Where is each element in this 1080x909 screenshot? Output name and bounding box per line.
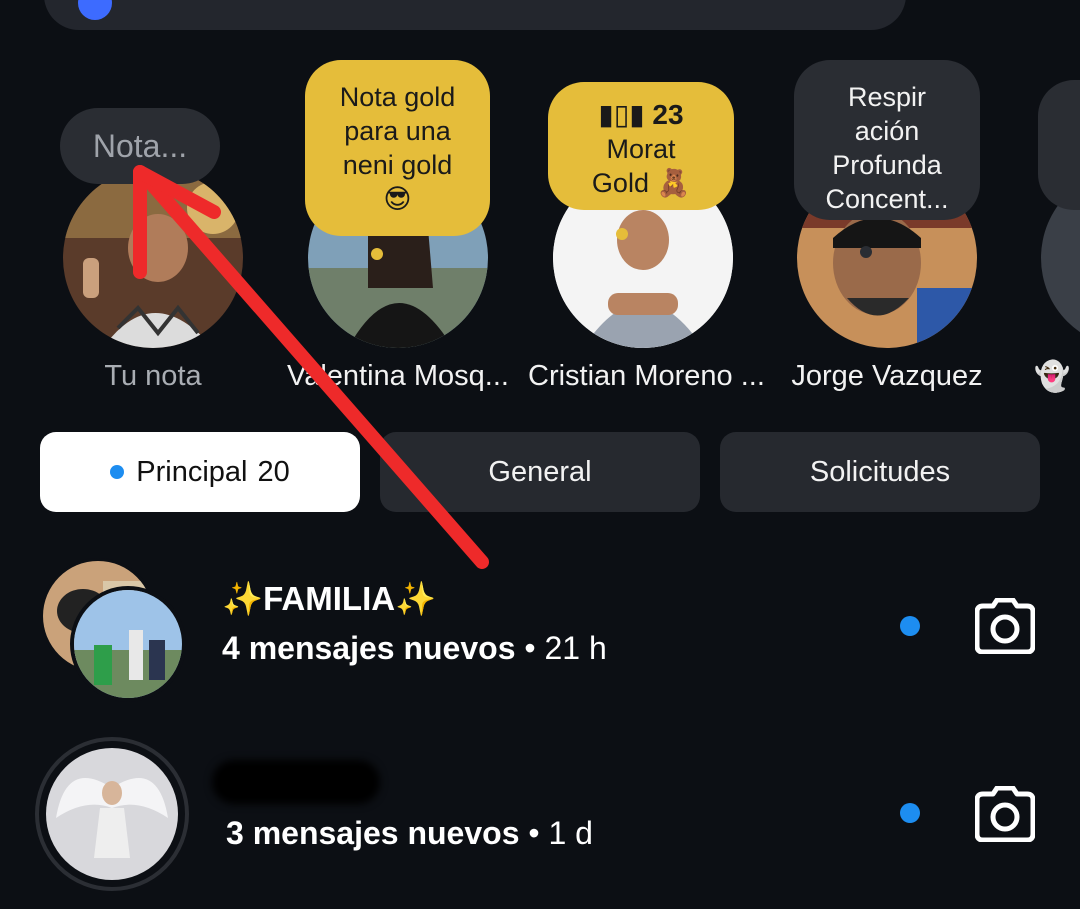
tab-solicitudes[interactable]: Solicitudes xyxy=(720,432,1040,512)
bubble-tail xyxy=(371,248,383,260)
note-bubble[interactable]: Respir ación Profunda Concent... xyxy=(794,60,980,220)
note-line: Nota gold xyxy=(339,82,456,112)
tab-label: Solicitudes xyxy=(809,455,951,488)
thread-subtitle: 4 mensajes nuevos • 21 h xyxy=(222,630,607,667)
avatar xyxy=(46,748,178,880)
unread-dot xyxy=(900,616,920,636)
note-item-partial[interactable]: E 👻 xyxy=(1016,0,1080,400)
camera-icon[interactable] xyxy=(975,786,1035,842)
music-bars-icon: ▮▯▮ xyxy=(598,99,645,130)
unread-indicator xyxy=(110,465,125,479)
story-ring xyxy=(35,737,189,891)
note-line: Profunda xyxy=(832,150,942,180)
redacted-name xyxy=(212,760,380,804)
note-bubble[interactable]: E xyxy=(1038,80,1080,210)
note-item[interactable]: Nota gold para una neni gold 😎 Valentina… xyxy=(283,0,513,400)
thread-row[interactable]: ✨FAMILIA✨ 4 mensajes nuevos • 21 h xyxy=(0,550,1080,702)
note-line: Respir xyxy=(847,82,927,112)
bubble-tail xyxy=(860,246,872,258)
thread-time: 1 d xyxy=(548,815,593,851)
note-input-bubble[interactable]: Nota... xyxy=(60,108,220,184)
note-username: Jorge Vazquez xyxy=(791,360,983,392)
note-username: Cristian Moreno ... xyxy=(528,360,765,392)
note-username: Valentina Mosq... xyxy=(287,360,509,392)
note-line: para una xyxy=(344,116,451,146)
note-item[interactable]: ▮▯▮ 23 Morat Gold 🧸 Cristian Moreno ... xyxy=(528,0,765,400)
tab-count: 20 xyxy=(257,455,290,488)
tab-general[interactable]: General xyxy=(380,432,700,512)
note-line: Morat xyxy=(606,134,676,164)
note-line: ación xyxy=(854,116,920,146)
new-messages-count: 3 mensajes nuevos xyxy=(226,815,520,851)
thread-subtitle: 3 mensajes nuevos • 1 d xyxy=(226,815,593,852)
own-note-label: Tu nota xyxy=(104,360,202,392)
note-line: Concent... xyxy=(825,184,949,214)
note-username: 👻 xyxy=(1034,361,1071,393)
music-count: 23 xyxy=(652,99,684,130)
tab-principal[interactable]: Principal 20 xyxy=(40,432,360,512)
note-line: Gold 🧸 xyxy=(591,168,691,198)
tab-label: General xyxy=(488,455,592,488)
note-bubble[interactable]: ▮▯▮ 23 Morat Gold 🧸 xyxy=(548,82,734,210)
camera-icon[interactable] xyxy=(975,598,1035,654)
note-placeholder: Nota... xyxy=(92,128,188,164)
note-bubble[interactable]: Nota gold para una neni gold 😎 xyxy=(305,60,490,236)
own-note[interactable]: Nota... Tu nota xyxy=(38,0,268,400)
thread-time: 21 h xyxy=(544,630,607,666)
unread-dot xyxy=(900,803,920,823)
new-messages-count: 4 mensajes nuevos xyxy=(222,630,516,666)
bubble-tail xyxy=(616,228,628,240)
own-avatar[interactable] xyxy=(63,168,243,348)
bubble-tail xyxy=(148,178,164,194)
note-item[interactable]: Respir ación Profunda Concent... Jorge V… xyxy=(772,0,1002,400)
separator: • xyxy=(528,815,540,851)
note-emoji: 😎 xyxy=(383,184,412,214)
thread-title: ✨FAMILIA✨ xyxy=(222,580,437,617)
direct-inbox-screen: Nota... Tu nota Nota gold para una neni … xyxy=(0,0,1080,909)
separator: • xyxy=(524,630,536,666)
note-line: neni gold xyxy=(342,150,453,180)
music-note-header: ▮▯▮ 23 xyxy=(548,98,734,132)
group-avatar-front xyxy=(70,586,186,702)
tab-label: Principal xyxy=(136,455,248,488)
